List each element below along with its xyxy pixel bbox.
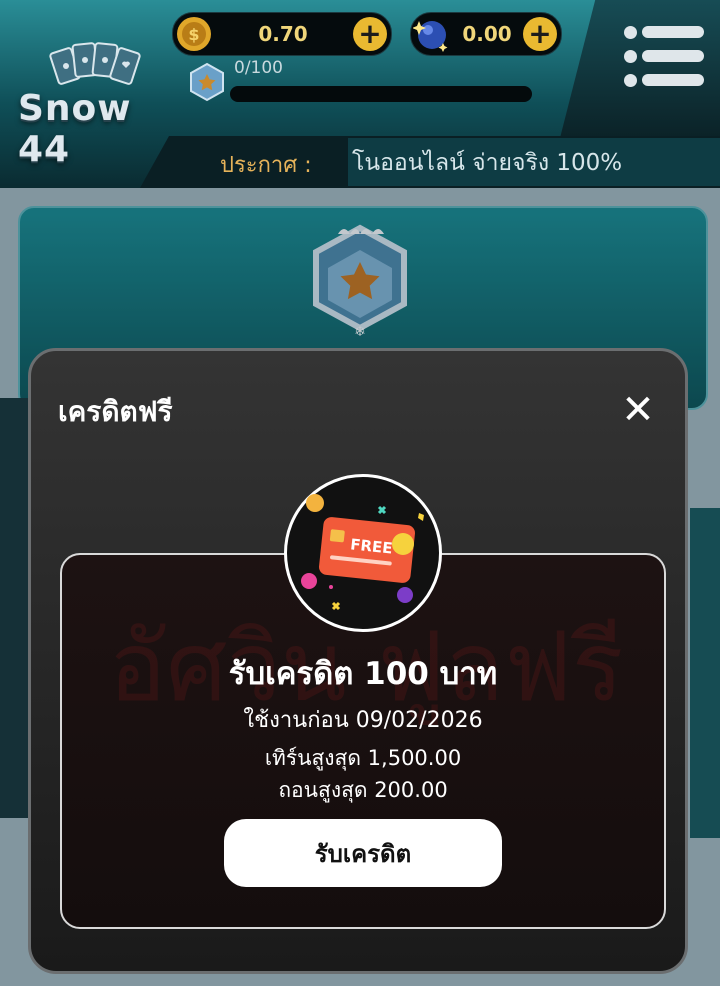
coin-balance-pill: $ 0.70 +	[172, 12, 392, 56]
max-turnover-text: เทิร์นสูงสุด 1,500.00	[264, 746, 462, 770]
bonus-title: รับเครดิต 100 บาท	[228, 656, 498, 692]
menu-dot	[624, 74, 637, 87]
add-coin-button[interactable]: +	[353, 17, 387, 51]
logo-text: Snow 44	[18, 88, 132, 170]
claim-credit-button[interactable]: รับเครดิต	[224, 819, 502, 887]
menu-dot	[624, 50, 637, 63]
modal-title: เครดิตฟรี	[58, 395, 173, 428]
announcement-text: โนออนไลน์ จ่ายจริง 100%	[352, 150, 623, 176]
add-gem-button[interactable]: +	[523, 17, 557, 51]
coin-balance-value: 0.70	[258, 22, 308, 46]
coin-icon: $	[177, 17, 211, 51]
menu-line	[642, 50, 704, 62]
max-withdraw-text: ถอนสูงสุด 200.00	[278, 778, 448, 802]
valid-until-text: ใช้งานก่อน 09/02/2026	[243, 708, 483, 733]
gem-balance-pill: 0.00 +	[410, 12, 562, 56]
playing-cards-icon	[49, 42, 141, 85]
gem-icon	[413, 21, 448, 52]
free-credit-card-icon: FREE	[301, 494, 424, 611]
menu-dot	[624, 26, 637, 39]
gem-balance-value: 0.00	[462, 22, 512, 46]
xp-label: 0/100	[234, 58, 283, 78]
level-star-badge-icon	[190, 62, 224, 102]
free-credit-icon-frame: FREE	[284, 474, 442, 632]
menu-line	[642, 74, 704, 86]
menu-line	[642, 26, 704, 38]
announcement-label: ประกาศ :	[220, 153, 312, 178]
hamburger-menu-button[interactable]	[618, 20, 710, 94]
app-logo[interactable]: Snow 44	[18, 38, 178, 170]
svg-text:$: $	[188, 25, 199, 44]
xp-progress-bar	[230, 86, 532, 102]
close-icon[interactable]: ✕	[618, 390, 658, 430]
